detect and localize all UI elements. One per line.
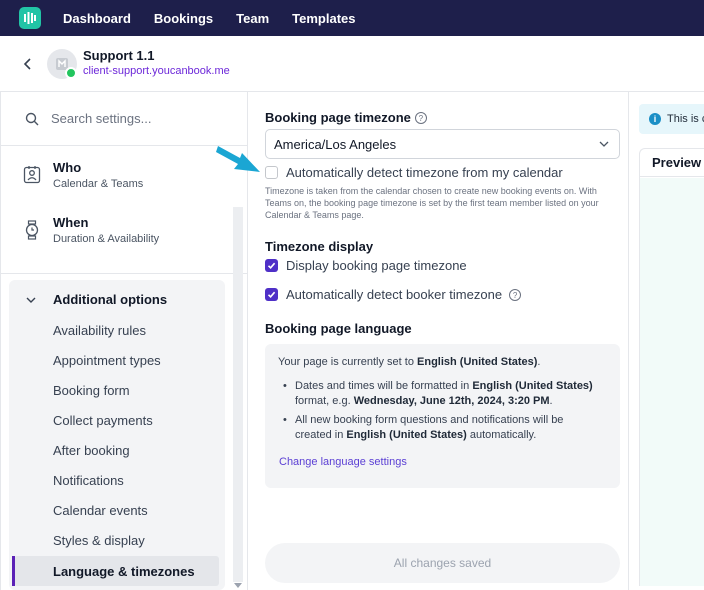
sidebar-item-subtitle: Calendar & Teams: [53, 178, 144, 190]
bullet-language: English (United States): [472, 380, 593, 392]
settings-sidebar: Who Calendar & Teams When Duration & Ava…: [0, 92, 248, 590]
sidebar-item-appointment-types[interactable]: Appointment types: [53, 353, 161, 368]
timezone-select-value: America/Los Angeles: [274, 136, 397, 152]
language-intro-text: Your page is currently set to: [278, 356, 418, 368]
info-banner-text: This is c: [667, 113, 704, 125]
sidebar-item-language-timezones[interactable]: Language & timezones: [53, 564, 195, 579]
timezone-section-label: Booking page timezone?: [265, 110, 427, 125]
sidebar-item-styles-display[interactable]: Styles & display: [53, 533, 145, 548]
nav-templates[interactable]: Templates: [292, 11, 355, 26]
info-icon: i: [649, 113, 661, 125]
language-bullet-format: Dates and times will be formatted in Eng…: [283, 379, 603, 409]
sidebar-item-subtitle: Duration & Availability: [53, 233, 160, 245]
detect-booker-checkbox[interactable]: [265, 288, 278, 301]
bullet-text: Dates and times will be formatted in: [295, 380, 473, 392]
sidebar-scrollbar[interactable]: [233, 207, 243, 582]
nav-bookings[interactable]: Bookings: [154, 11, 213, 26]
sidebar-item-when[interactable]: When Duration & Availability: [23, 215, 159, 259]
timezone-label-text: Booking page timezone: [265, 110, 411, 125]
sidebar-item-title: When: [53, 215, 89, 230]
annotation-arrow-icon: [216, 146, 260, 172]
sidebar-main-section: Who Calendar & Teams When Duration & Ava…: [1, 147, 248, 274]
sidebar-item-title: Who: [53, 160, 82, 175]
auto-detect-calendar-checkbox[interactable]: [265, 166, 278, 179]
page-header: [0, 36, 704, 92]
preview-panel: i This is c Preview: [628, 92, 704, 590]
nav-dashboard[interactable]: Dashboard: [63, 11, 131, 26]
preview-frame: Preview: [639, 148, 704, 586]
chevron-down-icon: [26, 297, 36, 303]
bullet-text: .: [549, 395, 553, 407]
help-icon[interactable]: ?: [414, 112, 427, 124]
auto-detect-calendar-row[interactable]: Automatically detect timezone from my ca…: [265, 165, 563, 180]
additional-options-group: Additional options Availability rules Ap…: [9, 280, 225, 590]
watch-icon: [25, 220, 39, 240]
active-item-indicator: [12, 556, 15, 586]
scroll-down-arrow-icon[interactable]: [234, 583, 242, 589]
checkmark-icon: [267, 262, 276, 269]
detect-booker-row[interactable]: Automatically detect booker timezone?: [265, 287, 522, 302]
sidebar-item-after-booking[interactable]: After booking: [53, 443, 130, 458]
bullet-language: English (United States): [346, 429, 467, 441]
online-status-indicator: [65, 67, 77, 79]
language-section-label: Booking page language: [265, 321, 412, 336]
booking-page-url[interactable]: client-support.youcanbook.me: [83, 65, 230, 77]
top-navigation: Dashboard Bookings Team Templates: [0, 0, 704, 36]
app-logo-icon[interactable]: [19, 7, 41, 29]
chevron-down-icon: [599, 141, 609, 147]
help-icon[interactable]: ?: [509, 288, 522, 301]
sidebar-item-collect-payments[interactable]: Collect payments: [53, 413, 153, 428]
sidebar-item-availability-rules[interactable]: Availability rules: [53, 323, 146, 338]
search-input[interactable]: [51, 111, 221, 126]
timezone-help-text: Timezone is taken from the calendar chos…: [265, 186, 599, 220]
detect-booker-label: Automatically detect booker timezone: [286, 287, 503, 302]
timezone-display-label: Timezone display: [265, 239, 374, 254]
display-timezone-label: Display booking page timezone: [286, 258, 467, 273]
search-bar: [1, 92, 248, 146]
change-language-link[interactable]: Change language settings: [279, 456, 407, 468]
display-timezone-checkbox[interactable]: [265, 259, 278, 272]
sidebar-item-notifications[interactable]: Notifications: [53, 473, 124, 488]
nav-team[interactable]: Team: [236, 11, 269, 26]
language-intro-end: .: [537, 356, 541, 368]
bullet-text: automatically.: [466, 429, 537, 441]
additional-options-toggle[interactable]: Additional options: [26, 292, 167, 307]
preview-body: [640, 178, 704, 586]
language-bullet-questions: All new booking form questions and notif…: [283, 413, 603, 443]
tab-preview[interactable]: Preview: [640, 149, 704, 177]
save-status-button[interactable]: All changes saved: [265, 543, 620, 583]
info-banner: i This is c: [639, 104, 704, 134]
date-format-example: Wednesday, June 12th, 2024, 3:20 PM: [353, 395, 550, 407]
search-icon: [25, 112, 39, 125]
bullet-text: format, e.g.: [295, 395, 354, 407]
contact-card-icon: [23, 166, 41, 184]
sidebar-item-booking-form[interactable]: Booking form: [53, 383, 130, 398]
booking-page-name: Support 1.1: [83, 48, 155, 63]
sidebar-item-who[interactable]: Who Calendar & Teams: [23, 160, 143, 204]
auto-detect-calendar-label: Automatically detect timezone from my ca…: [286, 165, 563, 180]
additional-options-title: Additional options: [53, 292, 168, 307]
display-timezone-row[interactable]: Display booking page timezone: [265, 258, 467, 273]
current-language: English (United States): [417, 356, 538, 368]
language-timezone-settings: Booking page timezone? America/Los Angel…: [265, 92, 625, 590]
back-chevron-icon[interactable]: [20, 54, 34, 74]
timezone-select[interactable]: America/Los Angeles: [265, 129, 620, 159]
checkmark-icon: [267, 291, 276, 298]
language-intro: Your page is currently set to English (U…: [278, 356, 540, 368]
sidebar-item-calendar-events[interactable]: Calendar events: [53, 503, 148, 518]
